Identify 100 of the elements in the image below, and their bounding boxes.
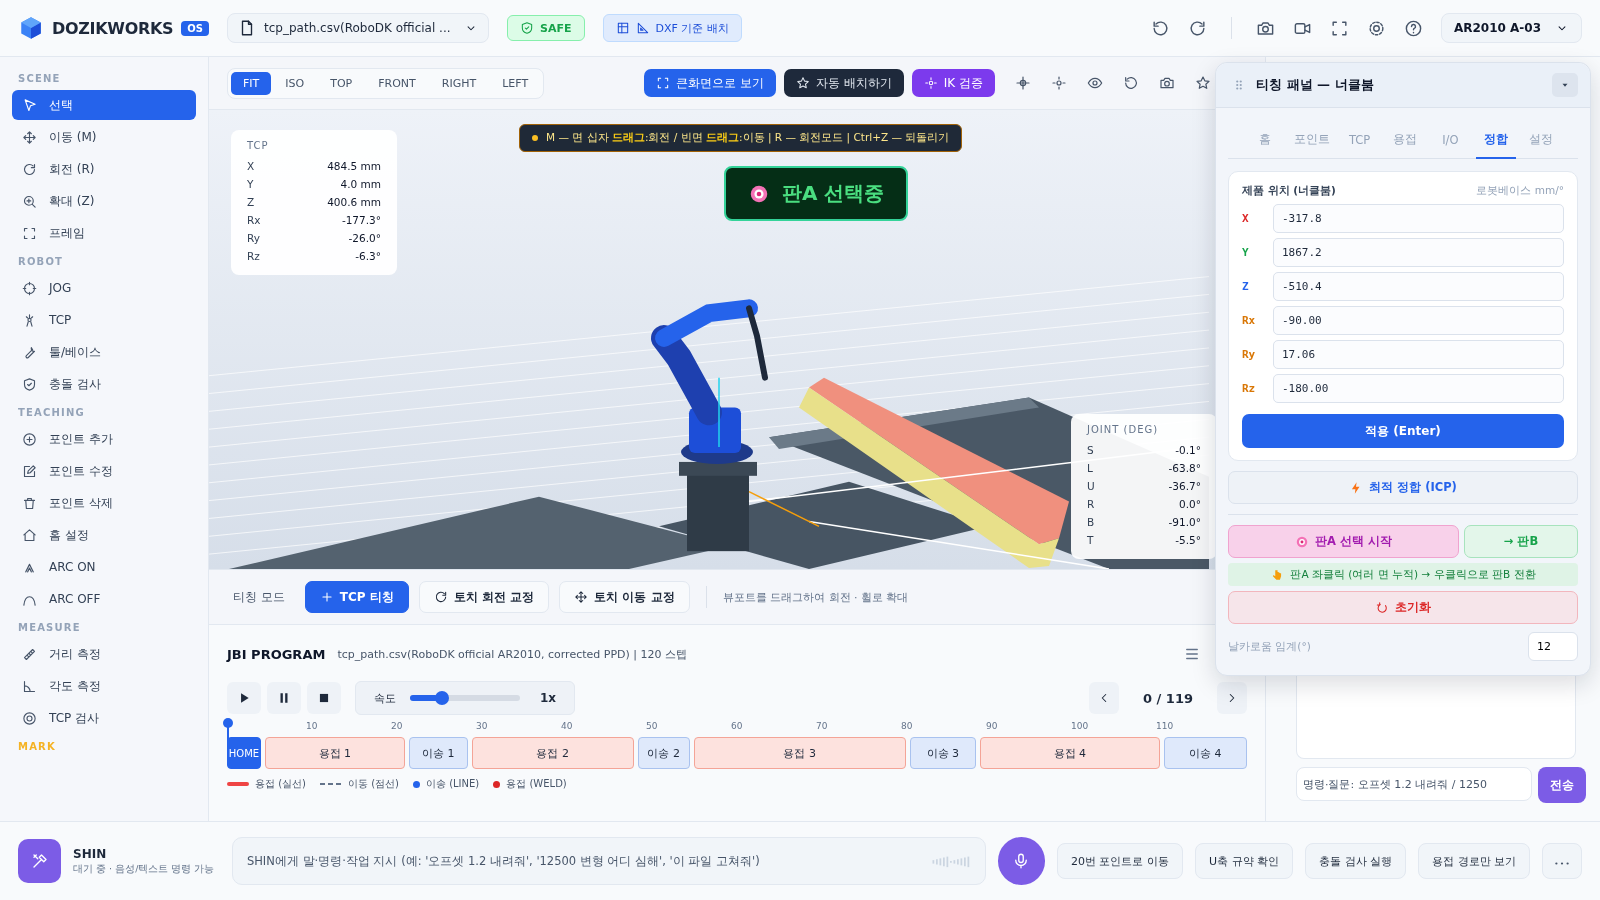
section-heading: MEASURE bbox=[18, 622, 82, 633]
action-button[interactable]: 큰화면으로 보기 bbox=[644, 69, 776, 97]
sidebar-item[interactable]: 선택 bbox=[12, 90, 196, 120]
program-segment[interactable]: 용접 1 bbox=[265, 737, 405, 769]
action-button[interactable]: IK 검증 bbox=[911, 69, 995, 97]
robot-dropdown[interactable]: AR2010 A-03 bbox=[1440, 13, 1582, 43]
view-tab[interactable]: LEFT bbox=[490, 71, 541, 95]
view-tab[interactable]: TOP bbox=[318, 71, 365, 95]
tick-label: 30 bbox=[476, 721, 488, 733]
tick-label: 20 bbox=[391, 721, 403, 733]
tick-label: 100 bbox=[1071, 721, 1089, 733]
quick-action-button[interactable]: U축 규약 확인 bbox=[1194, 843, 1293, 879]
program-segment[interactable]: 용접 2 bbox=[471, 737, 634, 769]
file-dropdown[interactable]: tcp_path.csv(RoboDK official ... bbox=[227, 13, 490, 43]
program-segment[interactable]: HOME bbox=[227, 737, 261, 769]
quick-action-button[interactable]: 충돌 검사 실행 bbox=[1305, 843, 1406, 879]
command-input[interactable]: 명령·질문: 오프셋 1.2 내려줘 / 1250 bbox=[1296, 767, 1532, 801]
program-title: JBI PROGRAM bbox=[227, 646, 326, 662]
tick-label: 70 bbox=[816, 721, 828, 733]
mode-button[interactable]: TCP 티칭 bbox=[304, 581, 409, 613]
program-segment[interactable]: 이송 4 bbox=[1163, 737, 1248, 769]
mode-button[interactable]: 토치 회전 교정 bbox=[418, 581, 550, 613]
section-heading: SCENE bbox=[18, 73, 62, 84]
coordinate-label: Rx bbox=[1242, 314, 1257, 327]
app-title: DOZIKWORKS bbox=[52, 18, 174, 38]
coordinate-input[interactable]: -90.00 bbox=[1273, 306, 1564, 335]
program-segment[interactable]: 이송 1 bbox=[408, 737, 468, 769]
coordinate-input[interactable]: 1867.2 bbox=[1273, 238, 1564, 267]
mode-label: 티칭 모드 bbox=[233, 588, 285, 606]
sidebar-item[interactable]: 프레임 bbox=[12, 218, 196, 248]
axis-label: X bbox=[247, 159, 255, 174]
section-heading: TEACHING bbox=[18, 407, 86, 418]
axis-value: 400.6 mm bbox=[327, 195, 381, 210]
reset-button[interactable]: 초기화 bbox=[1228, 591, 1578, 624]
panel-tab[interactable]: 정합 bbox=[1475, 120, 1516, 159]
sidebar-item[interactable]: ARC OFF bbox=[12, 584, 196, 614]
icp-align-button[interactable]: 최적 정합 (ICP) bbox=[1228, 471, 1578, 504]
axis-value: -177.3° bbox=[341, 213, 381, 228]
joint-label: T bbox=[1087, 533, 1094, 548]
readout-title: JOINT (DEG) bbox=[1087, 424, 1160, 435]
joint-label: B bbox=[1087, 515, 1095, 530]
start-plate-a-button[interactable]: 판A 선택 시작 bbox=[1228, 525, 1459, 558]
coordinate-label: Rz bbox=[1242, 382, 1257, 395]
joint-value: -91.0° bbox=[1168, 515, 1201, 530]
joint-value: -0.1° bbox=[1175, 443, 1201, 458]
coordinate-input[interactable]: -510.4 bbox=[1273, 272, 1564, 301]
dxf-layout-button[interactable]: DXF 기준 배치 bbox=[602, 14, 742, 42]
sidebar-item[interactable]: 거리 측정 bbox=[12, 639, 196, 669]
sidebar-item[interactable]: TCP bbox=[12, 305, 196, 335]
coordinate-input[interactable]: 17.06 bbox=[1273, 340, 1564, 369]
sidebar-item[interactable]: 홈 설정 bbox=[12, 520, 196, 550]
section-heading: ROBOT bbox=[18, 256, 65, 267]
sidebar-item[interactable]: 포인트 추가 bbox=[12, 424, 196, 454]
program-segment[interactable]: 이송 3 bbox=[909, 737, 976, 769]
sidebar-item[interactable]: TCP 검사 bbox=[12, 703, 196, 733]
program-subtitle: tcp_path.csv(RoboDK official AR2010, corrected PPD) | 120 스텝 bbox=[337, 646, 687, 662]
legend-label: 이동 (점선) bbox=[348, 777, 399, 791]
sidebar-item[interactable]: ARC ON bbox=[12, 552, 196, 582]
view-tab[interactable]: ISO bbox=[273, 71, 317, 95]
quick-action-button[interactable]: 용접 경로만 보기 bbox=[1418, 843, 1530, 879]
sidebar-item[interactable]: 회전 (R) bbox=[12, 154, 196, 184]
program-segment[interactable]: 이송 2 bbox=[637, 737, 690, 769]
view-tab[interactable]: FRONT bbox=[366, 71, 428, 95]
shortcut-hint: M — 면 십자 드래그:회전 / 빈면 드래그:이동 | R — 회전모드 | Ctrl+Z — 되돌리기 bbox=[519, 124, 963, 152]
selection-toast: 판A 선택중 bbox=[724, 166, 909, 221]
speed-value: 1x bbox=[540, 691, 557, 705]
joint-value: 0.0° bbox=[1179, 497, 1201, 512]
sidebar-item[interactable]: 툴/베이스 bbox=[12, 337, 196, 367]
sidebar-item[interactable]: 이동 (M) bbox=[12, 122, 196, 152]
tick-label: 110 bbox=[1156, 721, 1174, 733]
sidebar-item[interactable]: 각도 측정 bbox=[12, 671, 196, 701]
program-segment[interactable]: 용접 4 bbox=[979, 737, 1160, 769]
sidebar-item[interactable]: 포인트 삭제 bbox=[12, 488, 196, 518]
coordinate-input[interactable]: -317.8 bbox=[1273, 204, 1564, 233]
axis-label: Rx bbox=[247, 213, 261, 228]
axis-value: 4.0 mm bbox=[340, 177, 381, 192]
assistant-input[interactable]: SHIN에게 말·명령·작업 지시 (예: '오프셋 1.2 내려줘', '12500 변형 어디 심해', '이 파일 고쳐줘') bbox=[231, 837, 986, 885]
sidebar-item[interactable]: 충돌 검사 bbox=[12, 369, 196, 399]
mode-button[interactable]: 토치 이동 교정 bbox=[559, 581, 690, 613]
sidebar-item[interactable]: 확대 (Z) bbox=[12, 186, 196, 216]
threshold-input[interactable]: 12 bbox=[1528, 632, 1578, 661]
assistant-status: 대기 중 · 음성/텍스트 명령 가능 bbox=[73, 862, 216, 876]
tick-label: 10 bbox=[306, 721, 318, 733]
joint-label: L bbox=[1087, 461, 1093, 476]
program-segment[interactable]: 용접 3 bbox=[693, 737, 906, 769]
threshold-label: 날카로움 임계(°) bbox=[1228, 639, 1311, 654]
view-tab[interactable]: FIT bbox=[231, 71, 272, 95]
coordinate-input[interactable]: -180.00 bbox=[1273, 374, 1564, 403]
panel-title: 티칭 패널 — 너클붐 bbox=[1256, 76, 1374, 94]
apply-button[interactable]: 적용 (Enter) bbox=[1242, 414, 1564, 448]
sidebar-item[interactable]: 포인트 수정 bbox=[12, 456, 196, 486]
sidebar-item[interactable]: JOG bbox=[12, 273, 196, 303]
axis-value: -6.3° bbox=[355, 249, 381, 264]
hint-text: 뷰포트를 드래그하여 회전 · 휠로 확대 bbox=[722, 589, 909, 605]
action-button[interactable]: 자동 배치하기 bbox=[783, 69, 904, 97]
view-tab[interactable]: RIGHT bbox=[429, 71, 489, 95]
quick-action-button[interactable]: 20번 포인트로 이동 bbox=[1056, 843, 1183, 879]
send-button[interactable]: 전송 bbox=[1538, 767, 1586, 803]
version-badge: OS bbox=[181, 20, 210, 36]
coordinate-label: Y bbox=[1242, 246, 1250, 259]
